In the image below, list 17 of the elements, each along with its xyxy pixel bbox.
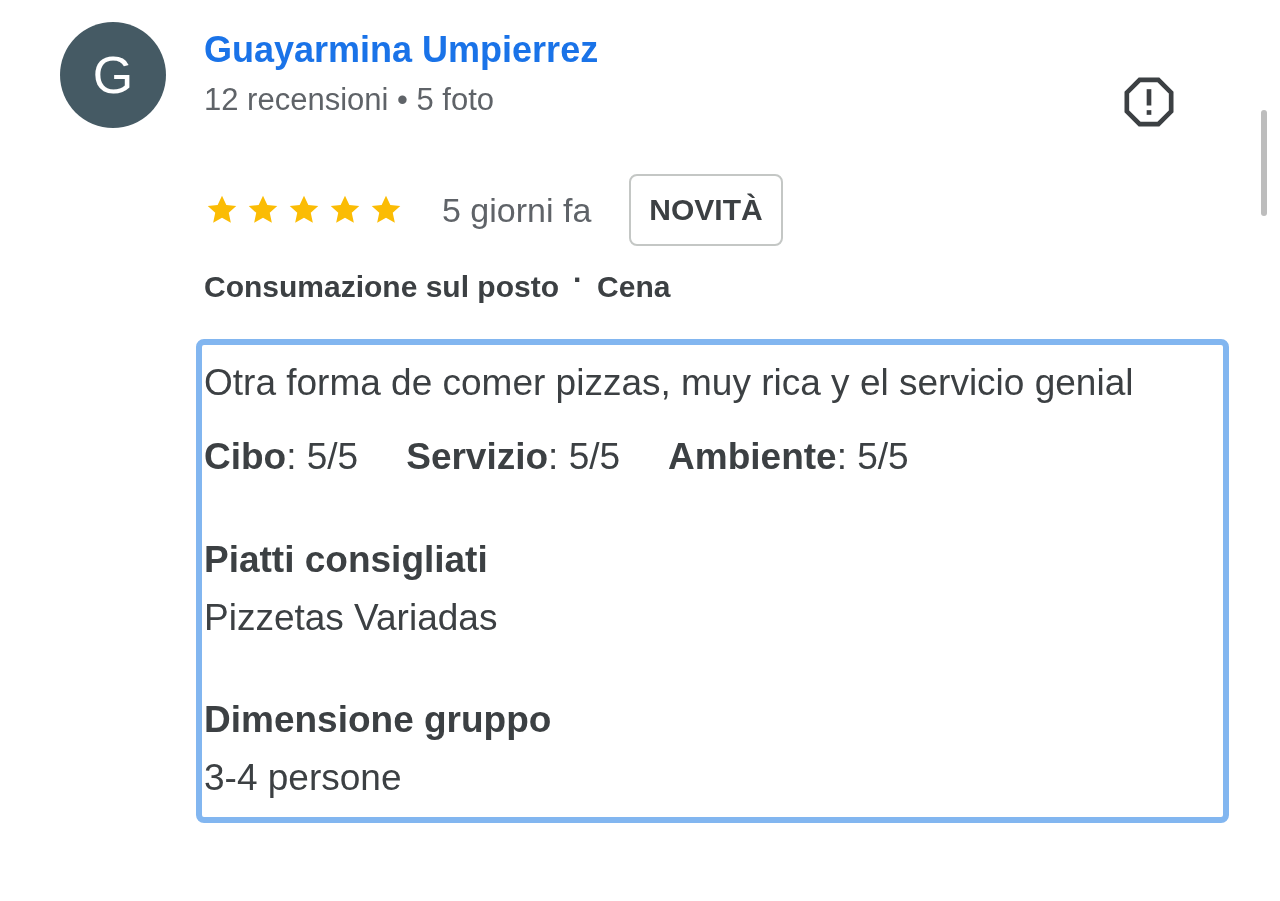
score: Cibo: 5/5 [204, 435, 359, 479]
section-value: Pizzetas Variadas [204, 596, 499, 640]
section-heading: Piatti consigliati [204, 538, 489, 582]
reviewer-stats: 12 recensioni • 5 foto [204, 81, 496, 119]
new-badge: NOVITÀ [629, 174, 783, 246]
reviewer-name[interactable]: Guayarmina Umpierrez [204, 28, 599, 72]
section-value: 3-4 persone [204, 756, 403, 800]
review-time: 5 giorni fa [442, 189, 592, 231]
score: Ambiente: 5/5 [668, 435, 909, 479]
tag: Cena [597, 264, 671, 309]
score: Servizio: 5/5 [406, 435, 621, 479]
section-heading: Dimensione gruppo [204, 698, 553, 742]
review-text: Otra forma de comer pizzas, muy rica y el servicio genial [204, 361, 1135, 405]
avatar[interactable]: G [60, 22, 166, 128]
scrollbar[interactable] [1261, 110, 1267, 216]
tag-separator: · [573, 262, 584, 298]
tag: Consumazione sul posto [204, 264, 560, 309]
